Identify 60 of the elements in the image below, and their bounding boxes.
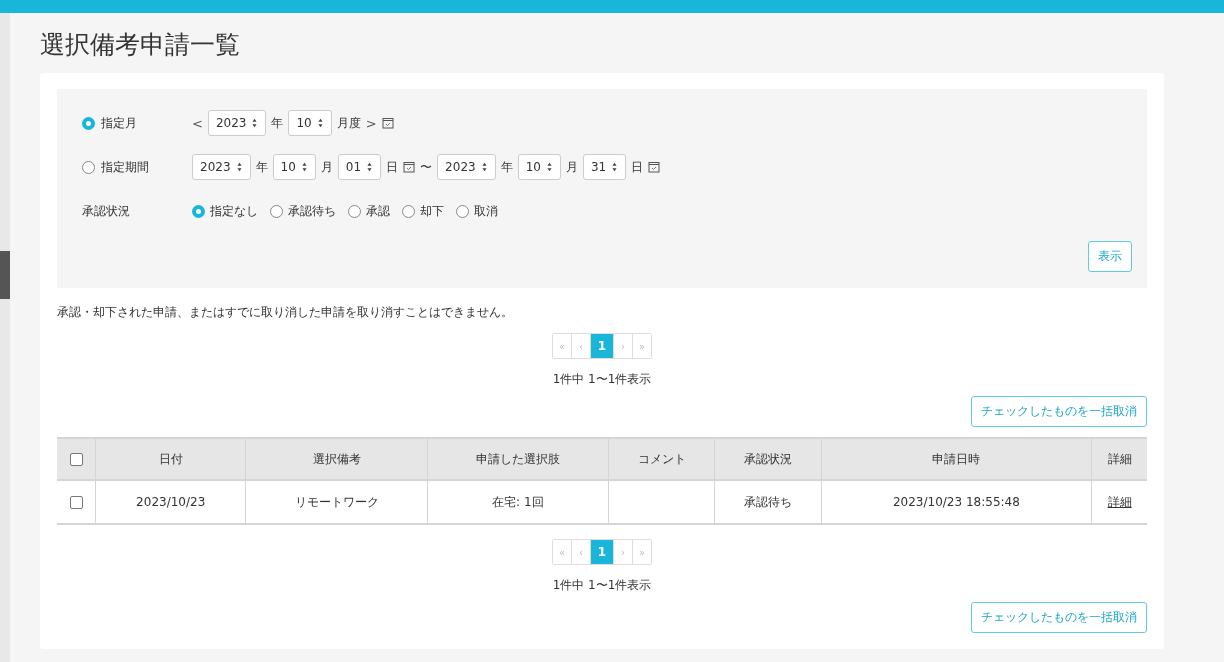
calendar-icon[interactable] xyxy=(403,161,416,173)
sidebar-handle[interactable] xyxy=(0,251,10,299)
select-field[interactable]: 10 xyxy=(517,154,561,180)
next-month-button[interactable]: > xyxy=(365,115,377,131)
unit-label: 日 xyxy=(631,158,644,176)
period-radio[interactable]: 指定期間 xyxy=(82,158,192,176)
detail-link[interactable]: 詳細 xyxy=(1107,494,1132,509)
select-field[interactable]: 2023 xyxy=(437,154,496,180)
table-cell: 在宅: 1回 xyxy=(427,480,609,524)
sort-icon xyxy=(545,162,553,172)
column-header: コメント xyxy=(608,438,715,480)
sort-icon xyxy=(316,118,324,128)
notice-text: 承認・却下された申請、またはすでに取り消した申請を取り消すことはできません。 xyxy=(57,304,514,321)
select-field[interactable]: 10 xyxy=(288,110,332,136)
result-count: 1件中 1〜1件表示 xyxy=(551,577,653,594)
unit-label: 年 xyxy=(271,114,284,132)
page-title: 選択備考申請一覧 xyxy=(40,29,241,61)
column-header: 申請日時 xyxy=(821,438,1092,480)
sort-icon xyxy=(235,162,243,172)
unit-label: 月 xyxy=(565,158,578,176)
sort-icon xyxy=(366,162,374,172)
table-cell: 承認待ち xyxy=(714,480,822,524)
status-radio[interactable]: 却下 xyxy=(402,202,444,220)
status-radio[interactable]: 承認 xyxy=(348,202,390,220)
status-label: 承認状況 xyxy=(82,202,131,220)
unit-label: 年 xyxy=(255,158,268,176)
unit-label: 月 xyxy=(320,158,333,176)
unit-label: 年 xyxy=(500,158,513,176)
status-radio[interactable]: 取消 xyxy=(456,202,498,220)
previous-month-button[interactable]: < xyxy=(192,115,203,131)
sort-icon xyxy=(611,162,619,172)
status-radio[interactable]: 承認待ち xyxy=(270,202,336,220)
select-field[interactable]: 2023 xyxy=(192,154,251,180)
select-field[interactable]: 2023 xyxy=(207,110,267,136)
period-radio[interactable]: 指定月 xyxy=(82,114,192,132)
sort-icon xyxy=(251,118,259,128)
select-all-checkbox[interactable] xyxy=(69,453,83,466)
column-header: 日付 xyxy=(95,438,246,480)
status-radio[interactable]: 指定なし xyxy=(192,202,258,220)
select-field[interactable]: 31 xyxy=(582,154,627,180)
column-header: 承認状況 xyxy=(714,438,822,480)
unit-label: 〜 xyxy=(420,158,433,176)
sort-icon xyxy=(300,162,308,172)
row-checkbox[interactable] xyxy=(69,496,83,509)
select-field[interactable]: 01 xyxy=(337,154,382,180)
column-header: 選択備考 xyxy=(245,438,428,480)
result-count: 1件中 1〜1件表示 xyxy=(551,371,653,388)
column-header: 申請した選択肢 xyxy=(427,438,609,480)
unit-label: 月度 xyxy=(336,114,361,132)
unit-label: 日 xyxy=(386,158,399,176)
pager-arrow-button: « xyxy=(553,334,572,358)
calendar-icon[interactable] xyxy=(648,161,661,173)
table-cell: 2023/10/23 xyxy=(95,480,246,524)
calendar-icon[interactable] xyxy=(381,117,394,129)
pager-arrow-button: « xyxy=(553,540,572,564)
column-header: 詳細 xyxy=(1091,438,1147,480)
table-cell: リモートワーク xyxy=(245,480,428,524)
sort-icon xyxy=(480,162,488,172)
table-cell: 2023/10/23 18:55:48 xyxy=(821,480,1092,524)
select-field[interactable]: 10 xyxy=(272,154,316,180)
